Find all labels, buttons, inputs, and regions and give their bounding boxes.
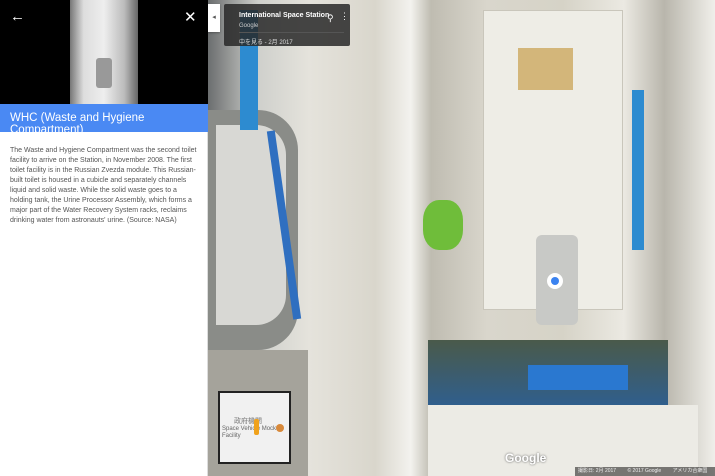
info-panel: ← ✕ WHC (Waste and Hygiene Compartment) … xyxy=(0,0,208,476)
pegman-icon[interactable] xyxy=(254,419,259,435)
box xyxy=(518,48,573,90)
panel-title: WHC (Waste and Hygiene Compartment) xyxy=(0,104,208,136)
divider xyxy=(239,32,344,33)
location-subtitle: Google xyxy=(239,23,259,29)
location-title[interactable]: International Space Station xyxy=(239,12,329,19)
blue-rail-right xyxy=(632,90,644,250)
footer-bar: 撮影日: 2月 2017 © 2017 Google アメリカ合衆国 利 xyxy=(575,467,715,476)
copyright: © 2017 Google xyxy=(627,468,662,474)
blue-boxes xyxy=(528,365,628,390)
collapse-panel-button[interactable]: ◂ xyxy=(208,4,220,32)
capture-date[interactable]: 中を見る - 2月 2017 xyxy=(239,37,293,46)
capture-info: 撮影日: 2月 2017 xyxy=(578,468,617,474)
thumbnail-image xyxy=(70,0,138,104)
poi-icon xyxy=(276,424,284,432)
place-thumbnail[interactable]: ← ✕ xyxy=(0,0,208,104)
country-link[interactable]: アメリカ合衆国 xyxy=(673,468,708,474)
more-icon[interactable]: ⋮ xyxy=(340,11,349,22)
pin-icon[interactable]: ⚲ xyxy=(327,13,334,24)
position-marker[interactable] xyxy=(547,273,563,289)
location-card: International Space Station Google 中を見る … xyxy=(224,4,350,46)
google-logo: Google xyxy=(505,451,547,465)
minimap[interactable]: 政府機関 Space Vehicle Mockup Facility xyxy=(218,391,291,464)
floor-panel xyxy=(428,405,698,476)
green-bag xyxy=(423,200,463,250)
back-icon[interactable]: ← xyxy=(10,8,25,25)
panel-description: The Waste and Hygiene Compartment was th… xyxy=(10,147,197,224)
close-icon[interactable]: ✕ xyxy=(184,8,197,26)
